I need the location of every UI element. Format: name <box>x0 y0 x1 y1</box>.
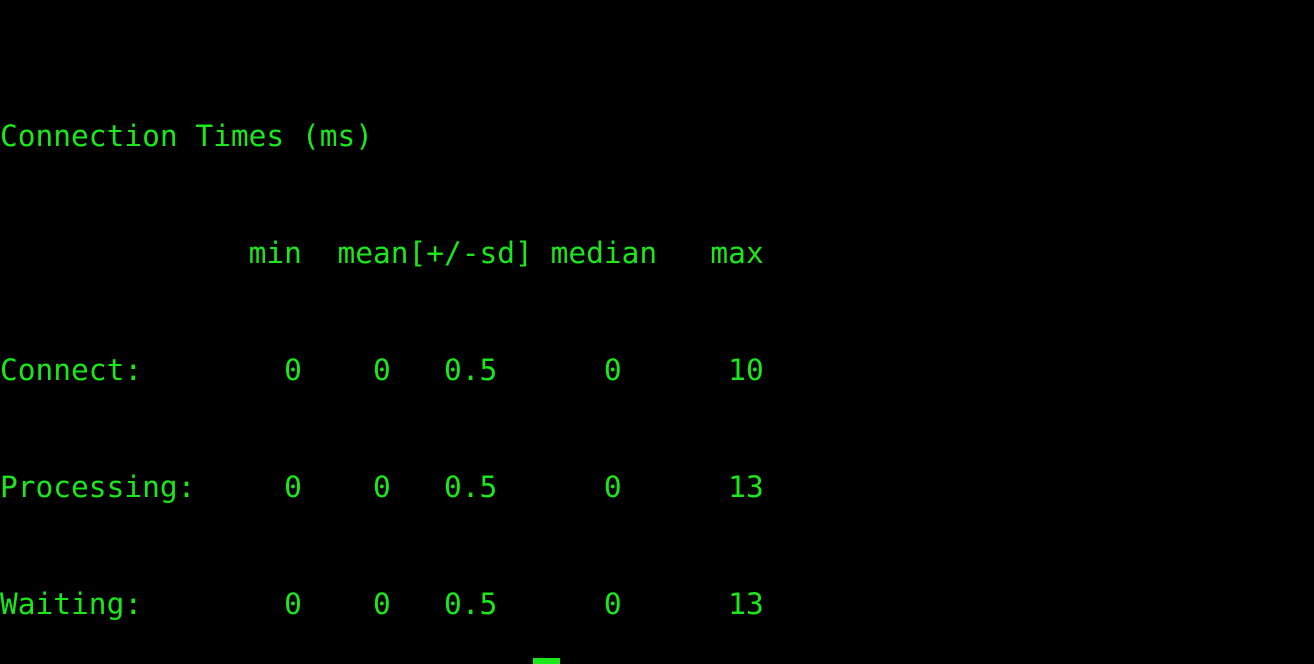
terminal-screen[interactable]: Connection Times (ms) min mean[+/-sd] me… <box>0 0 1314 664</box>
terminal-line-connection-times-header: min mean[+/-sd] median max <box>0 236 764 270</box>
terminal-line-waiting-row: Waiting: 0 0 0.5 0 13 <box>0 587 764 621</box>
block-cursor <box>533 658 560 664</box>
terminal-line-processing-row: Processing: 0 0 0.5 0 13 <box>0 470 764 504</box>
terminal-line-connection-times-title: Connection Times (ms) <box>0 119 373 153</box>
terminal-line-connect-row: Connect: 0 0 0.5 0 10 <box>0 353 764 387</box>
